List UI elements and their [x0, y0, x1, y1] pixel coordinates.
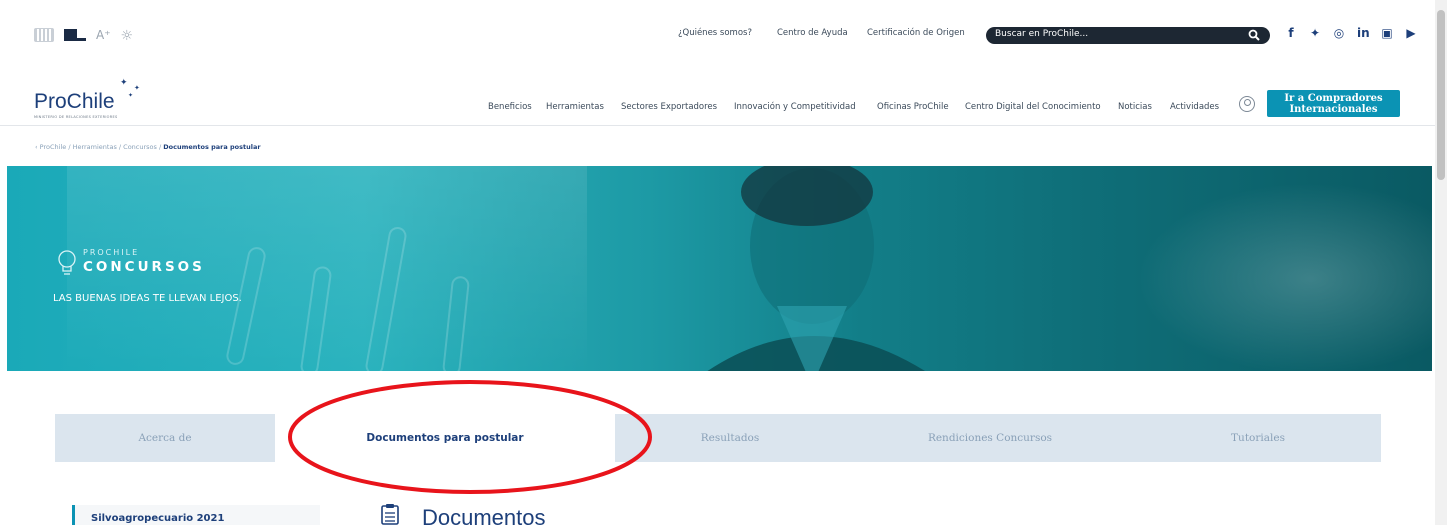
nav-item-centro-digital[interactable]: Centro Digital del Conocimiento	[965, 102, 1101, 112]
sidebar-item-label: Silvoagropecuario 2021	[91, 513, 225, 524]
link-quienes-somos[interactable]: ¿Quiénes somos?	[678, 28, 752, 38]
cta-line-1: Ir a Compradores	[1284, 93, 1383, 104]
link-certificacion-origen[interactable]: Certificación de Origen	[867, 28, 965, 38]
lightbulb-icon	[58, 250, 76, 275]
nav-item-innovacion[interactable]: Innovación y Competitividad	[734, 102, 856, 112]
nav-item-actividades[interactable]: Actividades	[1170, 102, 1219, 112]
linkedin-icon[interactable]: in	[1357, 26, 1370, 40]
utility-bar: A⁺ ☼ ¿Quiénes somos? Centro de Ayuda Cer…	[0, 0, 1447, 75]
page-title: Documentos	[422, 505, 546, 525]
logo-wordmark: ProChile	[34, 90, 115, 113]
nav-item-noticias[interactable]: Noticias	[1118, 102, 1152, 112]
twitter-icon[interactable]: ✦	[1309, 26, 1321, 40]
tab-tutoriales[interactable]: Tutoriales	[1135, 414, 1381, 462]
nav-divider	[0, 125, 1447, 126]
sidebar-item-silvoagropecuario-2021[interactable]: Silvoagropecuario 2021	[72, 505, 320, 525]
user-icon[interactable]	[1239, 96, 1255, 112]
cta-line-2: Internacionales	[1289, 104, 1378, 115]
hero-person-image	[707, 166, 925, 371]
logo-subtitle: MINISTERIO DE RELACIONES EXTERIORES	[34, 115, 118, 119]
search-input[interactable]: Buscar en ProChile...	[986, 27, 1270, 44]
scrollbar[interactable]	[1435, 0, 1447, 525]
breadcrumb-path[interactable]: ‹ ProChile / Herramientas / Concursos /	[35, 143, 161, 151]
tab-rendiciones-concursos[interactable]: Rendiciones Concursos	[845, 414, 1135, 462]
star-icon: ✦	[134, 84, 140, 92]
nav-item-oficinas[interactable]: Oficinas ProChile	[877, 102, 949, 112]
star-icon: ✦	[128, 92, 134, 99]
hero-tagline: LAS BUENAS IDEAS TE LLEVAN LEJOS.	[53, 293, 242, 304]
tab-documentos-para-postular[interactable]: Documentos para postular	[275, 414, 615, 462]
contrast-icon[interactable]	[64, 29, 86, 41]
font-size-icon[interactable]: A⁺	[96, 28, 111, 42]
youtube-icon[interactable]: ▶	[1405, 26, 1417, 40]
scrollbar-thumb[interactable]	[1437, 10, 1445, 180]
accessibility-tools: A⁺ ☼	[34, 28, 134, 44]
hero-banner: PROCHILE CONCURSOS LAS BUENAS IDEAS TE L…	[7, 166, 1432, 371]
breadcrumb-current: Documentos para postular	[163, 143, 261, 151]
hero-brand-small: PROCHILE	[83, 248, 140, 257]
tab-bar: Acerca de Documentos para postular Resul…	[55, 414, 1381, 462]
compradores-internacionales-button[interactable]: Ir a Compradores Internacionales	[1267, 90, 1400, 117]
brightness-icon[interactable]: ☼	[121, 28, 134, 44]
search-icon[interactable]	[1248, 29, 1260, 41]
hero-brand-big: CONCURSOS	[83, 259, 205, 275]
search-placeholder: Buscar en ProChile...	[995, 29, 1089, 39]
keyboard-icon[interactable]	[34, 28, 54, 42]
star-icon: ✦	[120, 78, 128, 88]
tab-resultados[interactable]: Resultados	[615, 414, 845, 462]
nav-item-sectores[interactable]: Sectores Exportadores	[621, 102, 717, 112]
tab-acerca-de[interactable]: Acerca de	[55, 414, 275, 462]
clipboard-icon	[381, 504, 399, 525]
nav-item-herramientas[interactable]: Herramientas	[546, 102, 604, 112]
breadcrumb: ‹ ProChile / Herramientas / Concursos / …	[35, 143, 261, 151]
instagram-icon[interactable]: ◎	[1333, 26, 1345, 40]
hero-light	[1107, 166, 1432, 371]
nav-item-beneficios[interactable]: Beneficios	[488, 102, 532, 112]
flickr-icon[interactable]: ▣	[1381, 26, 1393, 40]
page: A⁺ ☼ ¿Quiénes somos? Centro de Ayuda Cer…	[0, 0, 1447, 525]
prochile-logo[interactable]: ✦ ✦ ✦ ProChile MINISTERIO DE RELACIONES …	[34, 78, 174, 124]
facebook-icon[interactable]: f	[1285, 26, 1297, 40]
social-links: f ✦ ◎ in ▣ ▶	[1285, 26, 1417, 40]
link-centro-ayuda[interactable]: Centro de Ayuda	[777, 28, 848, 38]
